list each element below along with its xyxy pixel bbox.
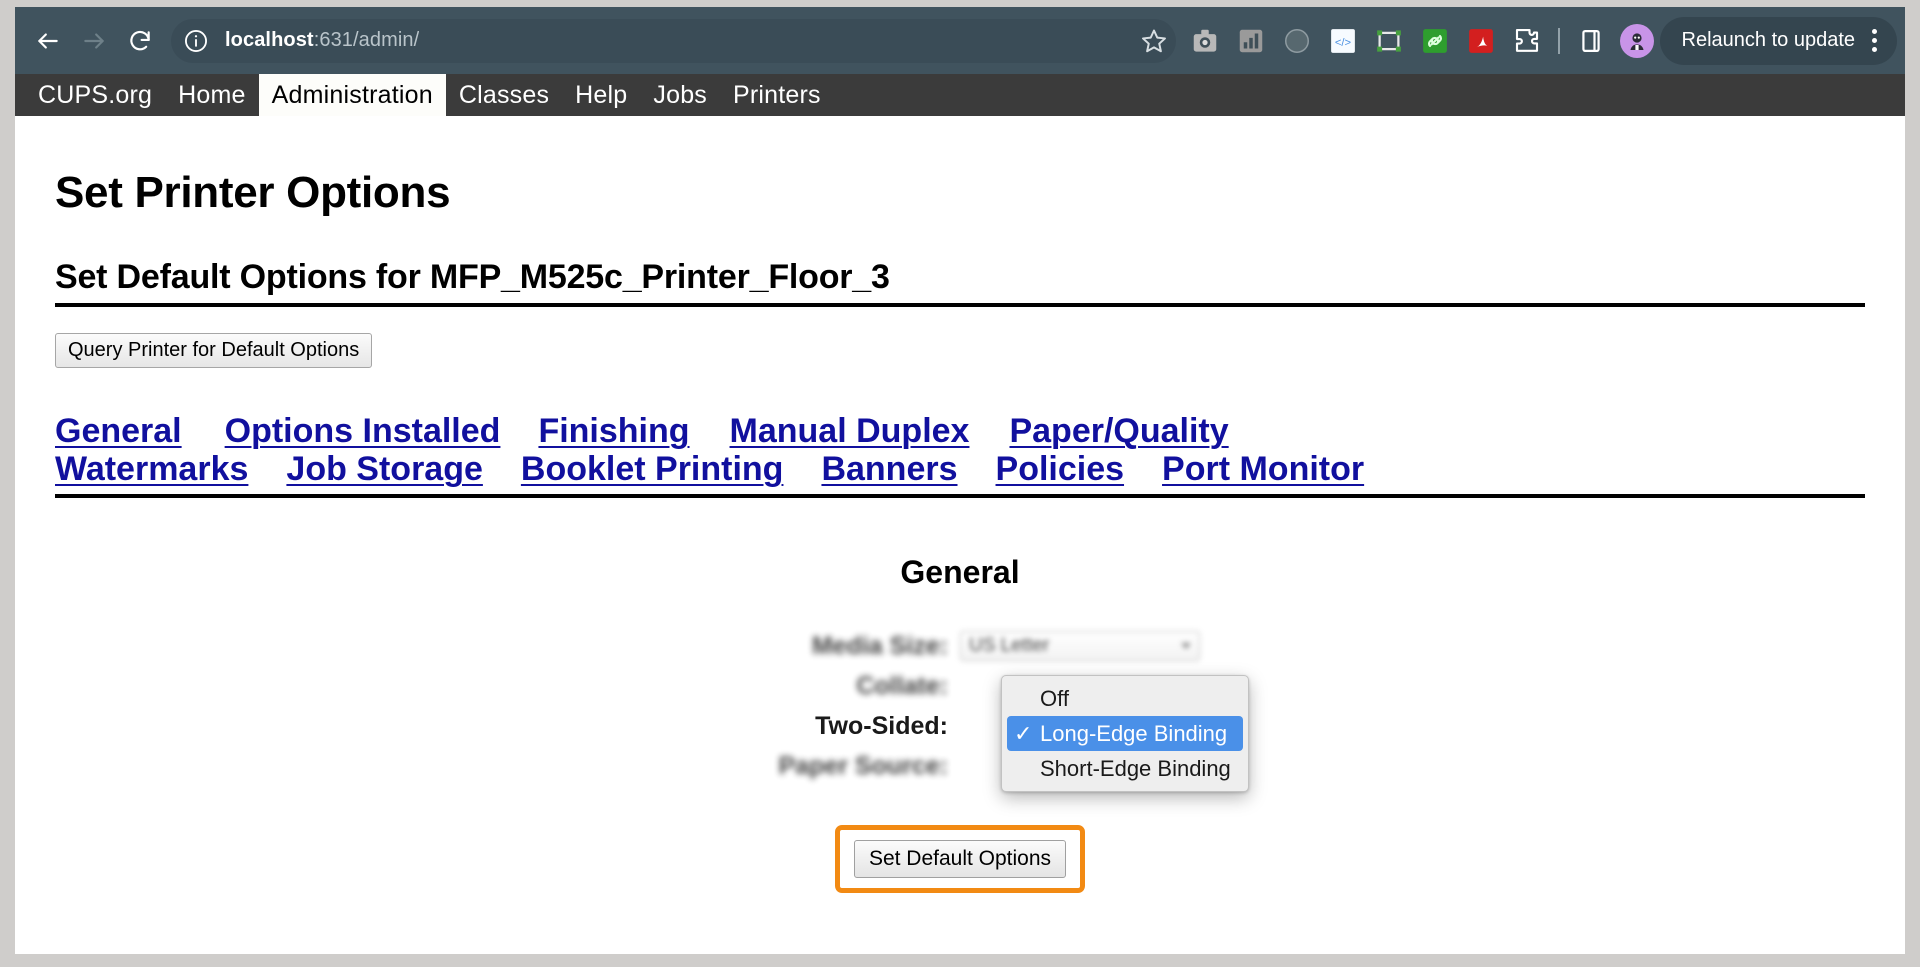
chevron-down-icon <box>1181 643 1191 650</box>
back-arrow-icon[interactable] <box>25 18 71 64</box>
toolbar-divider <box>1557 27 1560 54</box>
query-printer-button[interactable]: Query Printer for Default Options <box>55 333 373 368</box>
select-media-size-value: US Letter <box>969 635 1050 657</box>
kebab-menu-icon[interactable] <box>1855 22 1893 60</box>
set-default-options-button[interactable]: Set Default Options <box>853 840 1067 879</box>
page-title: Set Printer Options <box>55 168 451 217</box>
page-subtitle-wrap: Set Default Options for MFP_M525c_Printe… <box>55 258 1865 307</box>
screenshot-extension-icon[interactable] <box>1182 18 1228 64</box>
option-link-finishing[interactable]: Finishing <box>538 412 689 450</box>
browser-toolbar: localhost:631/admin/ </> Relaunch to upd… <box>15 7 1905 74</box>
forward-arrow-icon[interactable] <box>71 18 117 64</box>
label-collate: Collate: <box>856 671 948 700</box>
relaunch-label: Relaunch to update <box>1681 29 1855 51</box>
option-link-policies[interactable]: Policies <box>996 450 1125 488</box>
link-extension-icon[interactable] <box>1412 18 1458 64</box>
nav-item-classes[interactable]: Classes <box>446 74 562 116</box>
code-extension-icon[interactable]: </> <box>1320 18 1366 64</box>
cups-navigation-bar: CUPS.org Home Administration Classes Hel… <box>15 74 1905 116</box>
option-links-row-1: General Options Installed Finishing Manu… <box>55 412 1865 450</box>
frame-extension-icon[interactable] <box>1366 18 1412 64</box>
label-media-size: Media Size: <box>811 631 948 660</box>
svg-text:</>: </> <box>1334 37 1351 49</box>
star-icon[interactable] <box>1132 19 1176 63</box>
option-link-watermarks[interactable]: Watermarks <box>55 450 248 488</box>
option-link-job-storage[interactable]: Job Storage <box>286 450 482 488</box>
analytics-extension-icon[interactable] <box>1228 18 1274 64</box>
label-two-sided: Two-Sided: <box>815 711 948 740</box>
page-subtitle: Set Default Options for MFP_M525c_Printe… <box>55 258 890 296</box>
label-paper-source: Paper Source: <box>778 751 948 780</box>
option-link-booklet-printing[interactable]: Booklet Printing <box>521 450 784 488</box>
nav-item-administration[interactable]: Administration <box>258 74 446 116</box>
puzzle-extensions-icon[interactable] <box>1504 18 1550 64</box>
url-path: :631/admin/ <box>313 29 420 51</box>
option-link-port-monitor[interactable]: Port Monitor <box>1162 450 1364 488</box>
relaunch-to-update-button[interactable]: Relaunch to update <box>1659 16 1897 65</box>
form-row-collate: Collate: <box>55 667 1865 705</box>
pdf-extension-icon[interactable] <box>1458 18 1504 64</box>
check-icon: ✓ <box>1014 720 1033 746</box>
dropdown-option-long-edge-binding-label: Long-Edge Binding <box>1040 720 1228 746</box>
nav-item-home[interactable]: Home <box>165 74 259 116</box>
reload-icon[interactable] <box>117 18 163 64</box>
general-options-form: General Media Size: US Letter Collate: T… <box>55 554 1865 894</box>
option-link-general[interactable]: General <box>55 412 182 450</box>
url-text: localhost:631/admin/ <box>225 29 419 52</box>
nav-item-jobs[interactable]: Jobs <box>640 74 720 116</box>
nav-item-cups-org[interactable]: CUPS.org <box>25 74 165 116</box>
two-sided-dropdown-popup[interactable]: Off ✓ Long-Edge Binding Short-Edge Bindi… <box>1001 675 1249 793</box>
browser-window: localhost:631/admin/ </> Relaunch to upd… <box>15 7 1905 954</box>
option-link-paper-quality[interactable]: Paper/Quality <box>1009 412 1228 450</box>
form-row-media-size: Media Size: US Letter <box>55 627 1865 665</box>
section-heading: General <box>900 554 1020 591</box>
nav-item-help[interactable]: Help <box>562 74 640 116</box>
url-host: localhost <box>225 29 314 51</box>
dropdown-option-off[interactable]: Off <box>1002 681 1248 716</box>
option-link-banners[interactable]: Banners <box>821 450 957 488</box>
dropdown-option-short-edge-binding-label: Short-Edge Binding <box>1040 755 1231 781</box>
option-link-options-installed[interactable]: Options Installed <box>225 412 501 450</box>
dropdown-option-short-edge-binding[interactable]: Short-Edge Binding <box>1002 751 1248 786</box>
select-media-size[interactable]: US Letter <box>960 631 1200 662</box>
profile-avatar-icon[interactable] <box>1619 23 1654 58</box>
extensions-strip: </> <box>1182 18 1614 64</box>
site-info-icon[interactable] <box>181 26 211 56</box>
option-link-manual-duplex[interactable]: Manual Duplex <box>730 412 970 450</box>
form-rows: Media Size: US Letter Collate: Two-Sided… <box>55 627 1865 785</box>
form-row-two-sided: Two-Sided: <box>55 707 1865 745</box>
option-group-links: General Options Installed Finishing Manu… <box>55 412 1865 499</box>
submit-area: Set Default Options <box>55 825 1865 894</box>
nav-item-printers[interactable]: Printers <box>720 74 834 116</box>
form-row-paper-source: Paper Source: <box>55 747 1865 785</box>
page-content: Set Printer Options Set Default Options … <box>15 116 1905 954</box>
dropdown-option-off-label: Off <box>1040 685 1069 711</box>
address-bar[interactable]: localhost:631/admin/ <box>171 18 1176 63</box>
option-links-row-2: Watermarks Job Storage Booklet Printing … <box>55 450 1865 488</box>
submit-highlight-box: Set Default Options <box>834 825 1086 894</box>
sidepanel-icon[interactable] <box>1568 18 1614 64</box>
dropdown-option-long-edge-binding[interactable]: ✓ Long-Edge Binding <box>1007 716 1243 752</box>
circle-extension-icon[interactable] <box>1274 18 1320 64</box>
